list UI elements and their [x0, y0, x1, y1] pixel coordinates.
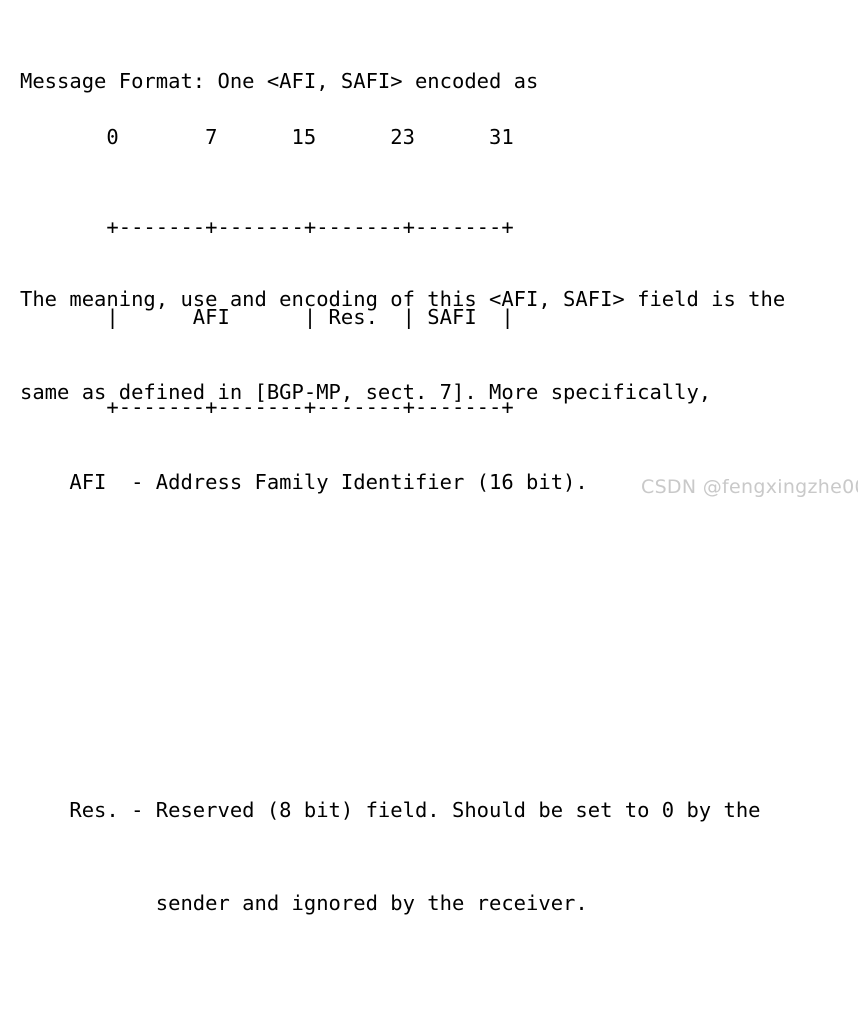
definition-list: AFI - Address Family Identifier (16 bit)… — [20, 312, 761, 1032]
definition-res: Res. - Reserved (8 bit) field. Should be… — [20, 733, 761, 981]
definition-afi: AFI - Address Family Identifier (16 bit)… — [20, 405, 761, 560]
definition-afi-line-1: AFI - Address Family Identifier (16 bit)… — [20, 470, 588, 494]
definition-res-line-2: sender and ignored by the receiver. — [20, 891, 588, 915]
definition-spacer — [20, 622, 761, 640]
body-paragraph-line-1: The meaning, use and encoding of this <A… — [20, 287, 786, 311]
definition-res-line-1: Res. - Reserved (8 bit) field. Should be… — [20, 798, 761, 822]
document-body: Message Format: One <AFI, SAFI> encoded … — [0, 0, 858, 915]
diagram-bit-ruler: 0 7 15 23 31 — [20, 125, 514, 149]
